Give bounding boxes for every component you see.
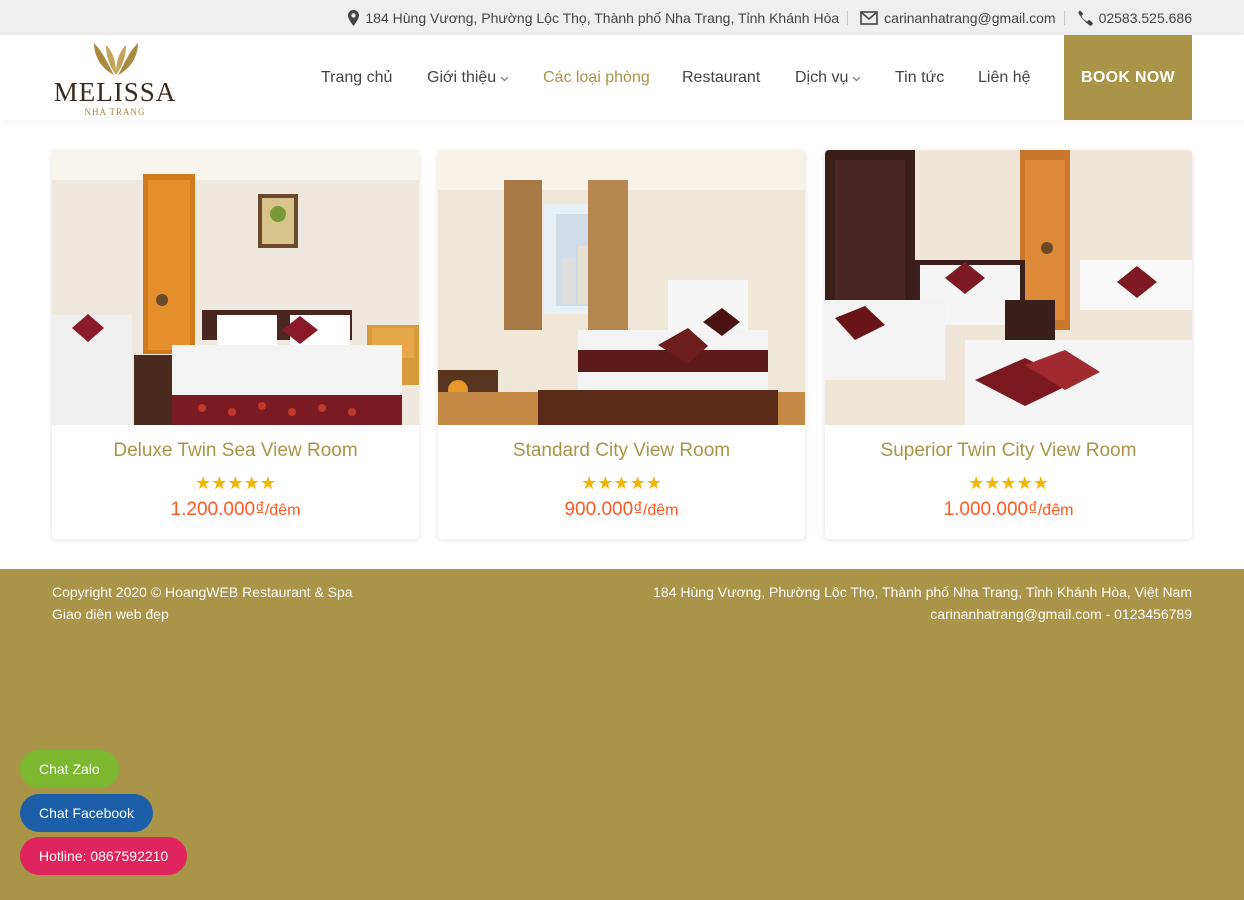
top-divider	[847, 10, 849, 25]
top-bar: 184 Hùng Vương, Phường Lộc Thọ, Thành ph…	[0, 0, 1244, 35]
main-header: MELISSA NHA TRANG Trang chủ Giới thiệu C…	[0, 35, 1244, 120]
logo-name: MELISSA	[53, 77, 177, 107]
star-icon: ★	[211, 473, 228, 493]
star-icon: ★	[629, 473, 646, 493]
star-icon: ★	[597, 473, 614, 493]
star-icon: ★	[613, 473, 630, 493]
chevron-down-icon	[500, 35, 509, 120]
footer-right: 184 Hùng Vương, Phường Lộc Thọ, Thành ph…	[653, 581, 1192, 625]
logo-subtitle: NHA TRANG	[84, 107, 146, 117]
room-list: Deluxe Twin Sea View Room ★★★★★ 1.200.00…	[52, 150, 1192, 539]
nav-item-label: Liên hệ	[978, 69, 1031, 86]
room-title[interactable]: Deluxe Twin Sea View Room	[52, 440, 419, 462]
nav-item-label: Dịch vụ	[795, 69, 849, 86]
top-phone[interactable]: 02583.525.686	[1077, 10, 1192, 26]
star-icon: ★	[1016, 473, 1033, 493]
room-card[interactable]: Superior Twin City View Room ★★★★★ 1.000…	[825, 150, 1192, 539]
nav-item-restaurant[interactable]: Restaurant	[682, 35, 760, 120]
room-price: 1.200.000₫/đêm	[52, 499, 419, 521]
room-price: 900.000₫/đêm	[438, 499, 805, 521]
star-rating: ★★★★★	[438, 474, 805, 492]
room-price: 1.000.000₫/đêm	[825, 499, 1192, 521]
footer-copyright: Copyright 2020 © HoangWEB Restaurant & S…	[52, 584, 353, 600]
nav-item-services[interactable]: Dịch vụ	[795, 35, 861, 120]
top-address[interactable]: 184 Hùng Vương, Phường Lộc Thọ, Thành ph…	[348, 9, 840, 26]
star-icon: ★	[243, 473, 260, 493]
price-unit: /đêm	[1037, 502, 1074, 519]
site-logo[interactable]: MELISSA NHA TRANG	[52, 43, 182, 117]
room-card[interactable]: Standard City View Room ★★★★★ 900.000₫/đ…	[438, 150, 805, 539]
logo-leaf-icon	[94, 43, 138, 75]
nav-item-label: Restaurant	[682, 69, 761, 86]
price-amount: 1.000.000₫	[943, 499, 1038, 520]
price-unit: /đêm	[642, 502, 679, 519]
chat-facebook-button[interactable]: Chat Facebook	[20, 794, 153, 832]
top-bar-contacts: 184 Hùng Vương, Phường Lộc Thọ, Thành ph…	[348, 0, 1192, 35]
top-phone-text: 02583.525.686	[1098, 9, 1192, 26]
nav-item-label: Tin tức	[895, 69, 945, 86]
star-icon: ★	[645, 473, 662, 493]
star-icon: ★	[195, 473, 212, 493]
star-icon: ★	[1000, 473, 1017, 493]
star-rating: ★★★★★	[52, 474, 419, 492]
nav-item-contact[interactable]: Liên hệ	[978, 35, 1031, 120]
price-unit: /đêm	[264, 502, 301, 519]
nav-item-label: Trang chủ	[321, 69, 393, 86]
nav-item-rooms[interactable]: Các loại phòng	[543, 35, 650, 120]
nav-item-label: Giới thiệu	[427, 69, 497, 86]
chevron-down-icon	[852, 35, 861, 120]
price-amount: 900.000₫	[564, 499, 643, 520]
room-title[interactable]: Standard City View Room	[438, 440, 805, 462]
price-amount: 1.200.000₫	[170, 499, 265, 520]
hotline-button[interactable]: Hotline: 0867592210	[20, 837, 188, 875]
footer-contact: carinanhatrang@gmail.com - 0123456789	[930, 606, 1192, 622]
footer-left: Copyright 2020 © HoangWEB Restaurant & S…	[52, 581, 353, 625]
nav-item-label: Các loại phòng	[543, 69, 650, 86]
site-footer: Copyright 2020 © HoangWEB Restaurant & S…	[0, 569, 1244, 900]
footer-tagline[interactable]: Giao diện web đẹp	[52, 603, 353, 625]
nav-item-home[interactable]: Trang chủ	[321, 35, 392, 120]
top-email[interactable]: carinanhatrang@gmail.com	[860, 9, 1056, 26]
room-photo[interactable]	[825, 150, 1192, 425]
top-divider	[1063, 10, 1065, 25]
room-title[interactable]: Superior Twin City View Room	[825, 440, 1192, 462]
star-icon: ★	[227, 473, 244, 493]
star-icon: ★	[581, 473, 598, 493]
footer-address: 184 Hùng Vương, Phường Lộc Thọ, Thành ph…	[653, 584, 1192, 600]
envelope-icon	[860, 10, 878, 25]
chat-zalo-button[interactable]: Chat Zalo	[20, 750, 119, 788]
nav-item-about[interactable]: Giới thiệu	[427, 35, 509, 120]
star-icon: ★	[968, 473, 985, 493]
map-marker-icon	[348, 9, 360, 26]
phone-icon	[1077, 10, 1093, 26]
star-icon: ★	[259, 473, 276, 493]
star-rating: ★★★★★	[825, 474, 1192, 492]
room-card[interactable]: Deluxe Twin Sea View Room ★★★★★ 1.200.00…	[52, 150, 419, 539]
room-photo[interactable]	[52, 150, 419, 425]
top-address-text: 184 Hùng Vương, Phường Lộc Thọ, Thành ph…	[365, 9, 840, 26]
star-icon: ★	[1032, 473, 1049, 493]
star-icon: ★	[984, 473, 1001, 493]
room-photo[interactable]	[438, 150, 805, 425]
top-email-text: carinanhatrang@gmail.com	[884, 9, 1056, 26]
nav-item-news[interactable]: Tin tức	[895, 35, 944, 120]
book-now-button[interactable]: BOOK NOW	[1064, 35, 1192, 120]
